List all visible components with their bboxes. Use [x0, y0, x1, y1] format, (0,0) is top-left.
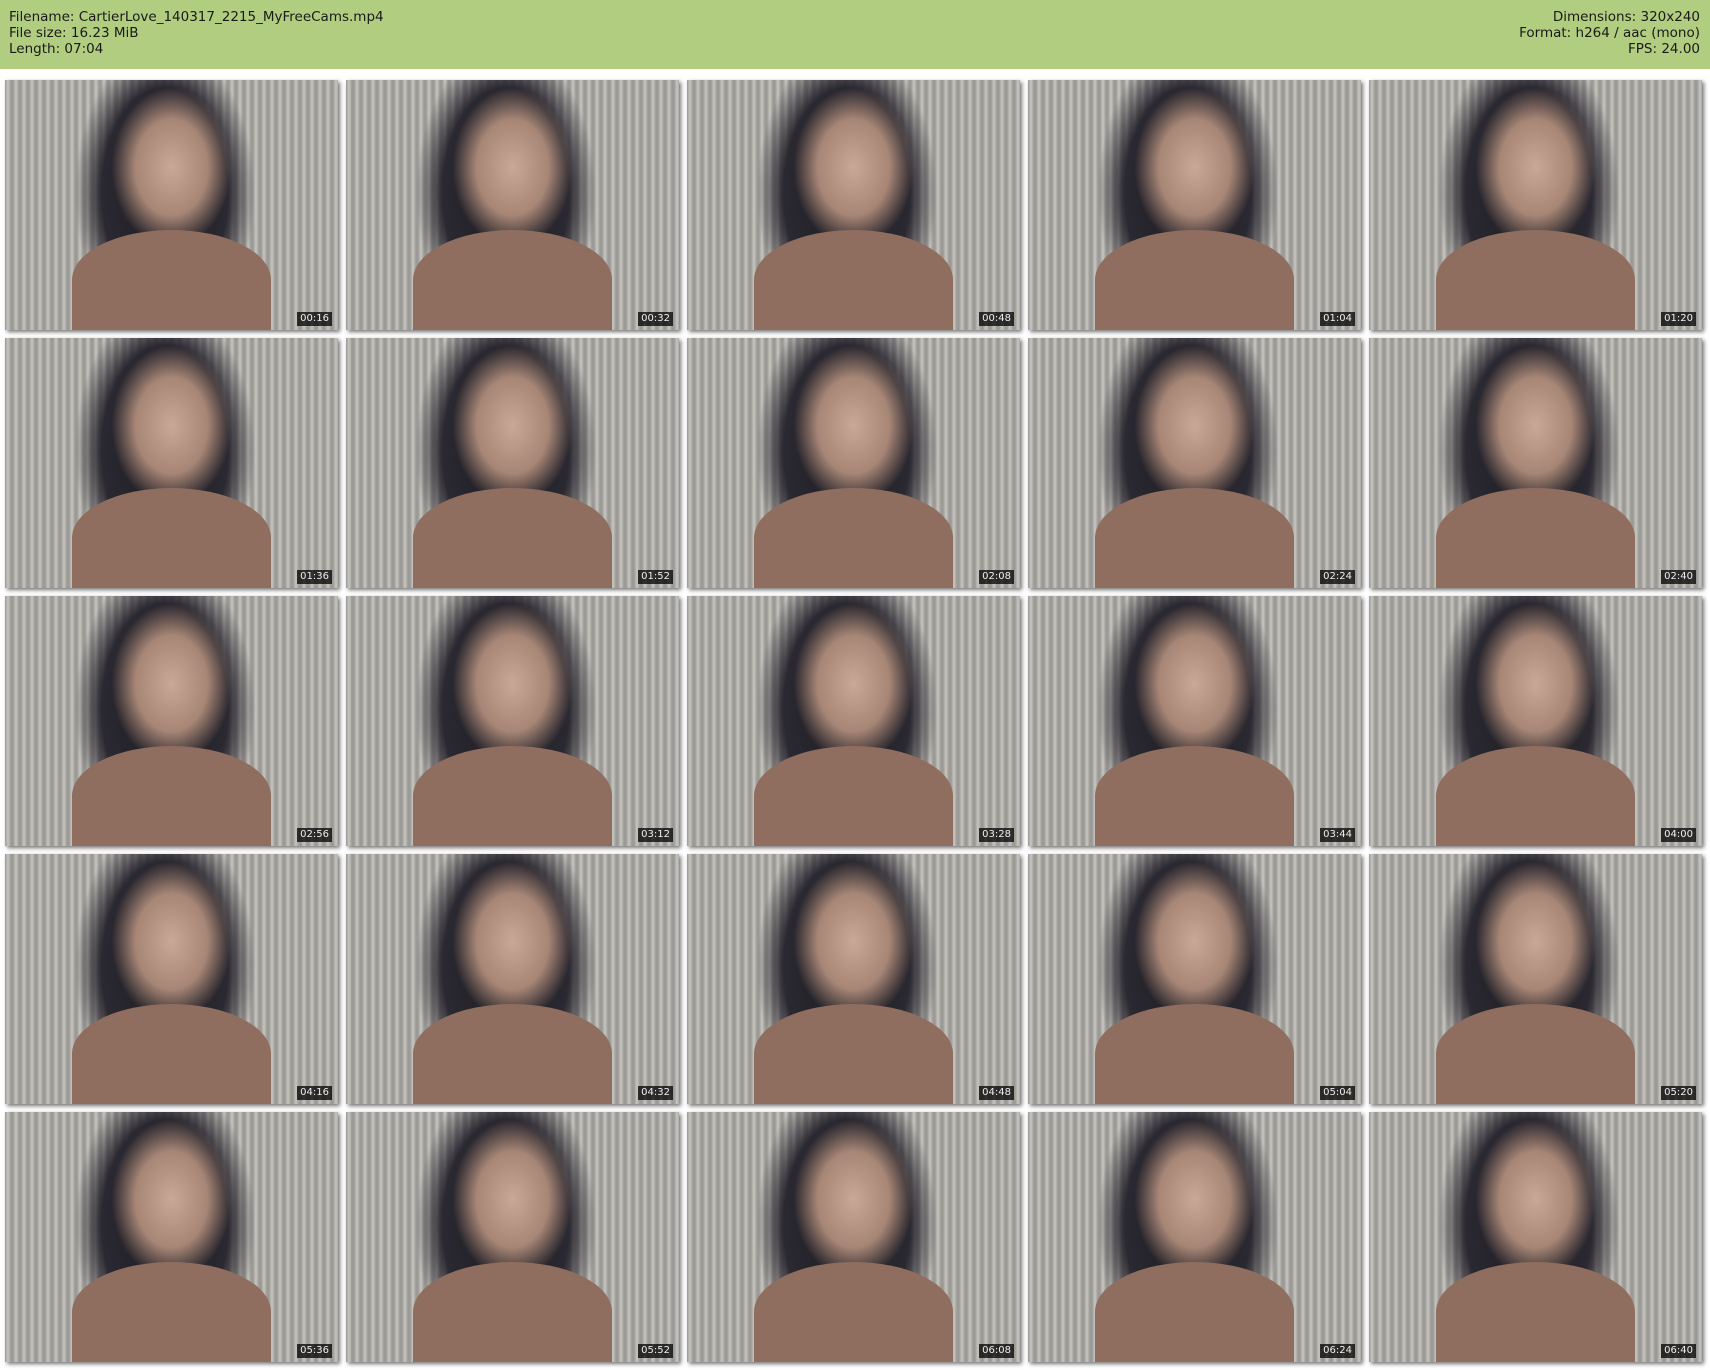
- timestamp-label: 05:52: [638, 1344, 673, 1358]
- timestamp-label: 01:20: [1661, 312, 1696, 326]
- timestamp-label: 02:56: [297, 828, 332, 842]
- video-thumbnail: 05:52: [346, 1112, 679, 1362]
- video-thumbnail: 05:04: [1028, 854, 1361, 1104]
- timestamp-label: 06:40: [1661, 1344, 1696, 1358]
- video-thumbnail: 06:24: [1028, 1112, 1361, 1362]
- video-thumbnail: 05:36: [5, 1112, 338, 1362]
- info-header: Filename: CartierLove_140317_2215_MyFree…: [0, 0, 1710, 69]
- video-thumbnail: 04:32: [346, 854, 679, 1104]
- thumbnail-image: [753, 746, 954, 846]
- dimensions: Dimensions: 320x240: [1552, 9, 1700, 25]
- thumbnail-image: [1435, 488, 1636, 588]
- video-thumbnail: 05:20: [1369, 854, 1702, 1104]
- thumbnail-image: [1094, 488, 1295, 588]
- thumbnail-image: [1435, 1262, 1636, 1362]
- timestamp-label: 02:08: [979, 570, 1014, 584]
- thumbnail-image: [1094, 230, 1295, 330]
- file-size: File size: 16.23 MiB: [9, 25, 139, 41]
- timestamp-label: 04:00: [1661, 828, 1696, 842]
- video-thumbnail: 03:12: [346, 596, 679, 846]
- thumbnail-image: [71, 488, 272, 588]
- timestamp-label: 03:28: [979, 828, 1014, 842]
- timestamp-label: 04:16: [297, 1086, 332, 1100]
- timestamp-label: 04:32: [638, 1086, 673, 1100]
- video-thumbnail: 06:08: [687, 1112, 1020, 1362]
- video-thumbnail: 01:20: [1369, 80, 1702, 330]
- thumbnail-image: [71, 1004, 272, 1104]
- header-left: Filename: CartierLove_140317_2215_MyFree…: [9, 9, 384, 57]
- video-thumbnail: 02:56: [5, 596, 338, 846]
- thumbnail-image: [412, 230, 613, 330]
- format: Format: h264 / aac (mono): [1519, 25, 1700, 41]
- timestamp-label: 02:40: [1661, 570, 1696, 584]
- video-thumbnail: 01:04: [1028, 80, 1361, 330]
- video-thumbnail: 01:36: [5, 338, 338, 588]
- length: Length: 07:04: [9, 41, 104, 57]
- thumbnail-image: [412, 746, 613, 846]
- thumbnail-image: [1094, 1004, 1295, 1104]
- thumbnail-image: [412, 1004, 613, 1104]
- timestamp-label: 06:08: [979, 1344, 1014, 1358]
- timestamp-label: 04:48: [979, 1086, 1014, 1100]
- video-thumbnail: 00:32: [346, 80, 679, 330]
- timestamp-label: 05:36: [297, 1344, 332, 1358]
- timestamp-label: 02:24: [1320, 570, 1355, 584]
- thumbnail-image: [1435, 746, 1636, 846]
- thumbnail-image: [753, 488, 954, 588]
- timestamp-label: 01:04: [1320, 312, 1355, 326]
- fps: FPS: 24.00: [1628, 41, 1700, 57]
- timestamp-label: 01:52: [638, 570, 673, 584]
- thumbnail-image: [1435, 1004, 1636, 1104]
- thumbnail-image: [71, 1262, 272, 1362]
- timestamp-label: 03:12: [638, 828, 673, 842]
- video-thumbnail: 03:44: [1028, 596, 1361, 846]
- video-thumbnail: 00:48: [687, 80, 1020, 330]
- timestamp-label: 00:32: [638, 312, 673, 326]
- thumbnail-image: [753, 1262, 954, 1362]
- timestamp-label: 00:48: [979, 312, 1014, 326]
- video-thumbnail: 01:52: [346, 338, 679, 588]
- thumbnail-image: [753, 1004, 954, 1104]
- thumbnail-image: [1094, 746, 1295, 846]
- video-thumbnail: 02:24: [1028, 338, 1361, 588]
- thumbnail-image: [71, 230, 272, 330]
- thumbnail-image: [753, 230, 954, 330]
- timestamp-label: 00:16: [297, 312, 332, 326]
- filename: Filename: CartierLove_140317_2215_MyFree…: [9, 9, 384, 25]
- video-thumbnail: 04:00: [1369, 596, 1702, 846]
- timestamp-label: 05:20: [1661, 1086, 1696, 1100]
- thumbnail-image: [1094, 1262, 1295, 1362]
- video-thumbnail: 04:48: [687, 854, 1020, 1104]
- video-thumbnail: 02:08: [687, 338, 1020, 588]
- timestamp-label: 06:24: [1320, 1344, 1355, 1358]
- thumbnail-image: [412, 488, 613, 588]
- video-thumbnail: 00:16: [5, 80, 338, 330]
- timestamp-label: 01:36: [297, 570, 332, 584]
- video-thumbnail: 03:28: [687, 596, 1020, 846]
- video-thumbnail: 02:40: [1369, 338, 1702, 588]
- thumbnail-image: [412, 1262, 613, 1362]
- thumbnail-image: [1435, 230, 1636, 330]
- timestamp-label: 03:44: [1320, 828, 1355, 842]
- video-thumbnail: 06:40: [1369, 1112, 1702, 1362]
- header-right: Dimensions: 320x240 Format: h264 / aac (…: [1519, 9, 1700, 57]
- video-thumbnail: 04:16: [5, 854, 338, 1104]
- thumbnail-image: [71, 746, 272, 846]
- timestamp-label: 05:04: [1320, 1086, 1355, 1100]
